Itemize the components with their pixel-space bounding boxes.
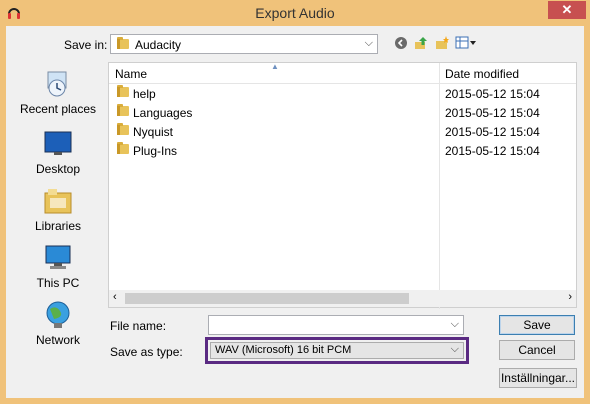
folder-icon — [117, 37, 129, 49]
places-bar: Recent places Desktop Libraries This PC … — [10, 62, 106, 362]
list-item[interactable]: Plug-Ins 2015-05-12 15:04 — [109, 141, 576, 160]
this-pc-icon — [45, 245, 71, 269]
place-network[interactable]: Network — [10, 299, 106, 347]
place-this-pc[interactable]: This PC — [10, 242, 106, 290]
chevron-down-icon: ⌵ — [364, 37, 373, 49]
list-item[interactable]: help 2015-05-12 15:04 — [109, 84, 576, 103]
folder-icon — [117, 85, 129, 97]
back-icon[interactable] — [394, 36, 408, 50]
item-date: 2015-05-12 15:04 — [445, 87, 540, 101]
place-label: Libraries — [34, 219, 82, 233]
folder-icon — [117, 104, 129, 116]
new-folder-icon[interactable] — [435, 35, 449, 50]
file-name-label: File name: — [110, 319, 167, 333]
save-as-type-dropdown[interactable]: WAV (Microsoft) 16 bit PCM ⌵ — [210, 342, 464, 359]
item-name: Nyquist — [133, 125, 174, 139]
place-label: This PC — [36, 276, 80, 290]
file-list[interactable]: ▲ Name Date modified help 2015-05-12 15:… — [108, 62, 577, 309]
save-as-type-value: WAV (Microsoft) 16 bit PCM — [215, 344, 352, 356]
scroll-thumb[interactable] — [125, 293, 409, 304]
dialog-client-area: Save in: Audacity ⌵ Recent places Deskto… — [6, 26, 584, 398]
item-name: help — [133, 87, 156, 101]
column-name[interactable]: Name — [115, 67, 147, 81]
chevron-down-icon[interactable]: ⌵ — [451, 318, 459, 331]
sort-ascending-icon: ▲ — [271, 62, 279, 71]
close-icon: ✕ — [561, 2, 573, 17]
save-as-type-highlight: WAV (Microsoft) 16 bit PCM ⌵ — [205, 337, 469, 364]
save-in-dropdown[interactable]: Audacity ⌵ — [110, 34, 378, 54]
nav-toolbar — [394, 35, 477, 53]
list-item[interactable]: Nyquist 2015-05-12 15:04 — [109, 122, 576, 141]
recent-places-icon — [47, 71, 67, 97]
window-title: Export Audio — [255, 5, 335, 21]
item-date: 2015-05-12 15:04 — [445, 144, 540, 158]
place-label: Recent places — [19, 102, 97, 116]
folder-icon — [117, 142, 129, 154]
scroll-right-icon[interactable]: › — [568, 291, 572, 303]
place-libraries[interactable]: Libraries — [10, 185, 106, 233]
item-date: 2015-05-12 15:04 — [445, 125, 540, 139]
file-name-field[interactable]: ⌵ — [208, 315, 464, 335]
save-as-type-label: Save as type: — [110, 345, 183, 359]
save-in-value: Audacity — [135, 38, 182, 52]
place-recent-places[interactable]: Recent places — [10, 68, 106, 116]
scroll-left-icon[interactable]: ‹ — [113, 291, 117, 303]
view-menu-icon[interactable] — [455, 36, 477, 50]
item-name: Languages — [133, 106, 193, 120]
libraries-icon — [44, 189, 72, 214]
item-date: 2015-05-12 15:04 — [445, 106, 540, 120]
list-item[interactable]: Languages 2015-05-12 15:04 — [109, 103, 576, 122]
column-date-modified[interactable]: Date modified — [445, 67, 519, 81]
place-label: Network — [35, 333, 80, 347]
export-audio-dialog: Export Audio ✕ Save in: Audacity ⌵ Recen… — [0, 0, 590, 404]
list-header: ▲ Name Date modified — [109, 62, 576, 309]
folder-icon — [117, 123, 129, 135]
save-in-label: Save in: — [64, 38, 108, 52]
chevron-down-icon: ⌵ — [450, 343, 459, 355]
save-button[interactable]: Save — [499, 315, 575, 335]
horizontal-scrollbar[interactable]: ‹ › — [109, 290, 576, 307]
item-name: Plug-Ins — [133, 144, 178, 158]
place-label: Desktop — [35, 162, 81, 176]
desktop-icon — [44, 131, 72, 155]
place-desktop[interactable]: Desktop — [10, 128, 106, 176]
close-button[interactable]: ✕ — [548, 1, 586, 19]
title-bar[interactable]: Export Audio ✕ — [0, 0, 590, 26]
network-icon — [46, 301, 70, 328]
settings-button[interactable]: Inställningar... — [499, 368, 577, 388]
up-folder-icon[interactable] — [414, 36, 428, 50]
cancel-button[interactable]: Cancel — [499, 340, 575, 360]
